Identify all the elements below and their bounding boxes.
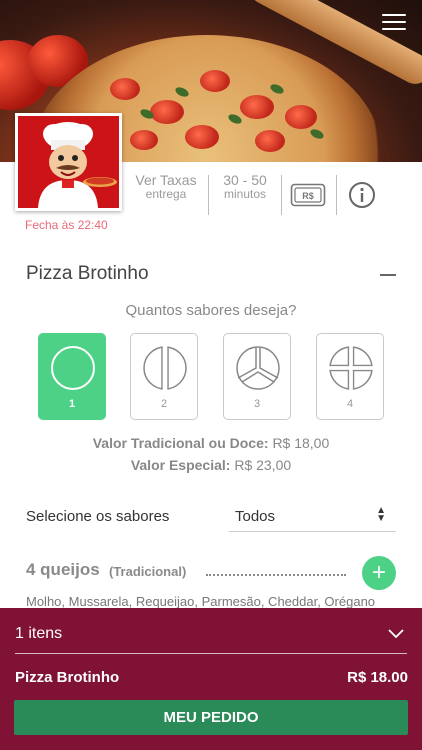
- chef-logo-icon: [38, 122, 117, 208]
- menu-item-type: (Tradicional): [109, 564, 187, 579]
- select-arrows-icon: ▲ ▼: [376, 505, 386, 524]
- pizza-half-icon: [143, 346, 187, 390]
- divider: [15, 653, 407, 654]
- cart-expand-button[interactable]: [388, 626, 404, 644]
- payment-methods-button[interactable]: R$: [290, 183, 326, 212]
- fees-sub: entrega: [145, 187, 187, 201]
- time-label: 30 - 50: [223, 172, 267, 188]
- flavor-count: 2: [160, 398, 168, 410]
- price-traditional: Valor Tradicional ou Doce: R$ 18,00: [0, 435, 422, 451]
- cart-item-count: 1 itens: [15, 625, 63, 642]
- info-icon: [349, 182, 375, 208]
- product-title: Pizza Brotinho: [26, 263, 149, 284]
- flavor-option-3[interactable]: 3: [223, 333, 291, 420]
- cart-footer: 1 itens Pizza Brotinho R$ 18.00 MEU PEDI…: [0, 608, 422, 750]
- flavors-question: Quantos sabores deseja?: [125, 302, 297, 319]
- delivery-time: 30 - 50 minutos: [215, 172, 275, 216]
- flavor-count: 3: [253, 398, 261, 410]
- cart-item-name: Pizza Brotinho: [15, 669, 120, 686]
- price-label: Valor Especial:: [130, 457, 231, 473]
- money-icon: R$: [290, 183, 326, 207]
- pizza-thirds-icon: [236, 346, 280, 390]
- chevron-down-icon: [388, 629, 404, 639]
- closing-time: Fecha às 22:40: [25, 218, 108, 232]
- restaurant-logo: [15, 113, 122, 211]
- menu-item-name: 4 queijos: [26, 560, 100, 579]
- info-button[interactable]: [348, 181, 376, 214]
- hamburger-icon: [382, 14, 406, 16]
- pizza-quarters-icon: [329, 346, 373, 390]
- plus-icon: +: [371, 559, 386, 586]
- flavor-filter-value: Todos: [235, 508, 276, 525]
- time-sub: minutos: [223, 187, 267, 201]
- price-value: R$ 23,00: [234, 457, 292, 473]
- delivery-fees-link[interactable]: Ver Taxas entrega: [131, 172, 201, 216]
- divider: [281, 175, 282, 215]
- divider: [336, 175, 337, 215]
- fees-label: Ver Taxas: [135, 172, 197, 188]
- flavor-option-1[interactable]: 1: [38, 333, 106, 420]
- pizza-whole-icon: [51, 346, 95, 390]
- price-special: Valor Especial: R$ 23,00: [0, 457, 422, 473]
- flavor-count: 1: [68, 398, 76, 410]
- dotted-leader: [206, 574, 346, 576]
- my-order-button[interactable]: MEU PEDIDO: [14, 700, 408, 735]
- svg-text:R$: R$: [302, 191, 314, 201]
- price-label: Valor Tradicional ou Doce:: [92, 435, 269, 451]
- cart-item-price: R$ 18.00: [347, 669, 408, 686]
- flavor-option-2[interactable]: 2: [130, 333, 198, 420]
- divider: [208, 175, 209, 215]
- menu-item-description: Molho, Mussarela, Requeijao, Parmesão, C…: [26, 594, 376, 609]
- app-screen: Ver Taxas entrega 30 - 50 minutos R$ Fec…: [0, 0, 422, 750]
- hamburger-menu-button[interactable]: [382, 14, 406, 32]
- flavor-filter-select[interactable]: Todos ▲ ▼: [229, 505, 396, 532]
- price-value: R$ 18,00: [272, 435, 330, 451]
- collapse-minus-icon[interactable]: [380, 274, 396, 276]
- add-item-button[interactable]: +: [362, 556, 396, 590]
- flavor-option-4[interactable]: 4: [316, 333, 384, 420]
- flavor-count: 4: [346, 398, 354, 410]
- flavor-filter-label: Selecione os sabores: [26, 508, 170, 525]
